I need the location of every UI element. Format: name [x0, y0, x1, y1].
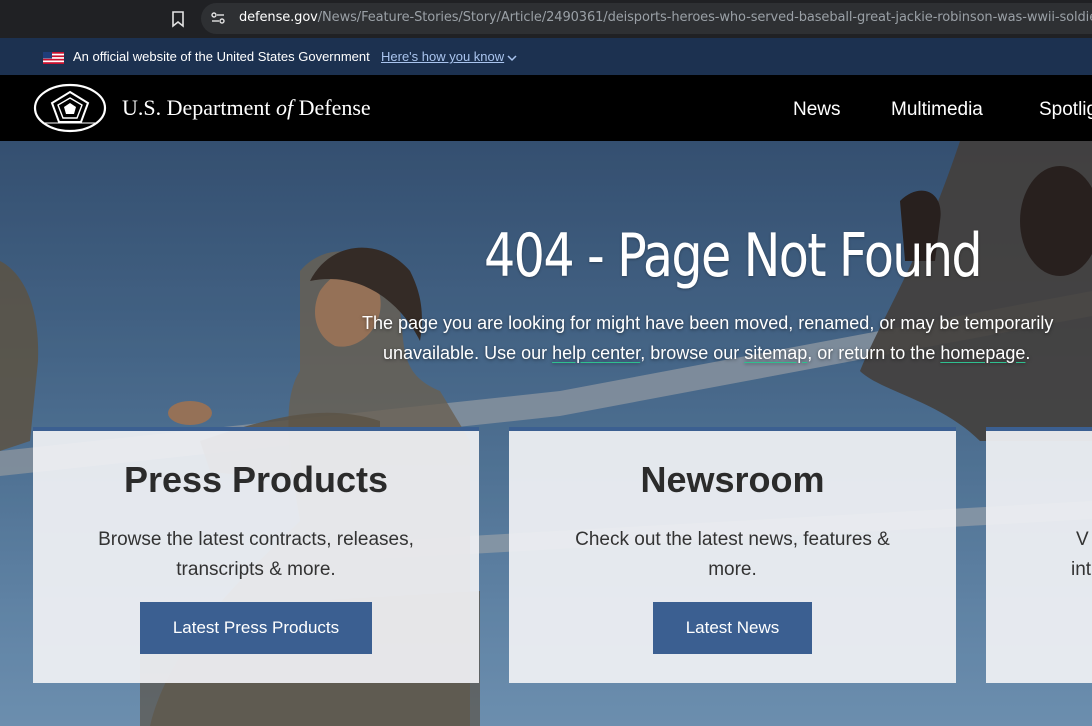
- card-desc-line1: V: [1076, 529, 1089, 550]
- card-desc-line2: int: [1071, 559, 1092, 580]
- heres-how-you-know-label: Here's how you know: [381, 49, 505, 64]
- site-name-part2: Defense: [293, 95, 371, 120]
- page-title: 404 - Page Not Found: [484, 221, 983, 291]
- site-name-of: of: [275, 95, 294, 120]
- card-title: Press Products: [123, 459, 389, 500]
- hero-text-a: unavailable. Use our: [383, 343, 553, 363]
- nav-spotlight[interactable]: Spotlig: [1039, 99, 1092, 121]
- latest-news-button[interactable]: Latest News: [653, 602, 812, 654]
- site-info-icon[interactable]: [209, 9, 227, 27]
- heres-how-you-know-link[interactable]: Here's how you know: [381, 49, 517, 64]
- card-desc-line1: Check out the latest news, features &: [575, 529, 890, 550]
- bookmark-icon[interactable]: [168, 9, 188, 29]
- hero-text-c: , or return to the: [807, 343, 941, 363]
- chevron-down-icon: [507, 55, 517, 61]
- url-path: /News/Feature-Stories/Story/Article/2490…: [317, 10, 1092, 25]
- card-description: Check out the latest news, features & mor…: [559, 525, 906, 585]
- hero-message-line1: The page you are looking for might have …: [362, 313, 1054, 333]
- card-desc-line2: transcripts & more.: [176, 559, 336, 580]
- card-press-products: Press Products Browse the latest contrac…: [33, 427, 479, 683]
- url-text[interactable]: defense.gov/News/Feature-Stories/Story/A…: [239, 10, 1092, 25]
- card-partial: Vint: [986, 427, 1092, 683]
- help-center-link[interactable]: help center: [552, 343, 640, 363]
- homepage-link[interactable]: homepage: [940, 343, 1025, 363]
- card-desc-line2: more.: [708, 559, 757, 580]
- latest-press-products-button[interactable]: Latest Press Products: [140, 602, 372, 654]
- sitemap-link[interactable]: sitemap: [744, 343, 807, 363]
- card-description: Browse the latest contracts, releases, tr…: [83, 525, 429, 585]
- us-flag-icon: [43, 52, 64, 64]
- hero-text-b: , browse our: [640, 343, 745, 363]
- hero-section: 404 - Page Not Found The page you are lo…: [0, 141, 1092, 726]
- browser-toolbar: defense.gov/News/Feature-Stories/Story/A…: [0, 0, 1092, 38]
- url-host: defense.gov: [239, 10, 318, 25]
- site-name-part1: U.S. Department: [122, 95, 276, 120]
- card-desc-line1: Browse the latest contracts, releases,: [98, 529, 414, 550]
- card-title: Newsroom: [640, 459, 825, 500]
- card-newsroom: Newsroom Check out the latest news, feat…: [509, 427, 956, 683]
- hero-text-d: .: [1025, 343, 1031, 363]
- hero-message-line2: unavailable. Use our help center, browse…: [383, 343, 1030, 364]
- pentagon-seal-icon[interactable]: [33, 83, 107, 133]
- site-name[interactable]: U.S. Department of Defense: [122, 95, 371, 121]
- nav-news[interactable]: News: [793, 99, 841, 121]
- gov-banner: An official website of the United States…: [0, 38, 1092, 75]
- card-description: Vint: [1071, 525, 1091, 585]
- address-bar[interactable]: defense.gov/News/Feature-Stories/Story/A…: [201, 3, 1092, 34]
- nav-multimedia[interactable]: Multimedia: [891, 99, 983, 121]
- gov-banner-text: An official website of the United States…: [73, 49, 370, 64]
- site-header: U.S. Department of Defense News Multimed…: [0, 75, 1092, 141]
